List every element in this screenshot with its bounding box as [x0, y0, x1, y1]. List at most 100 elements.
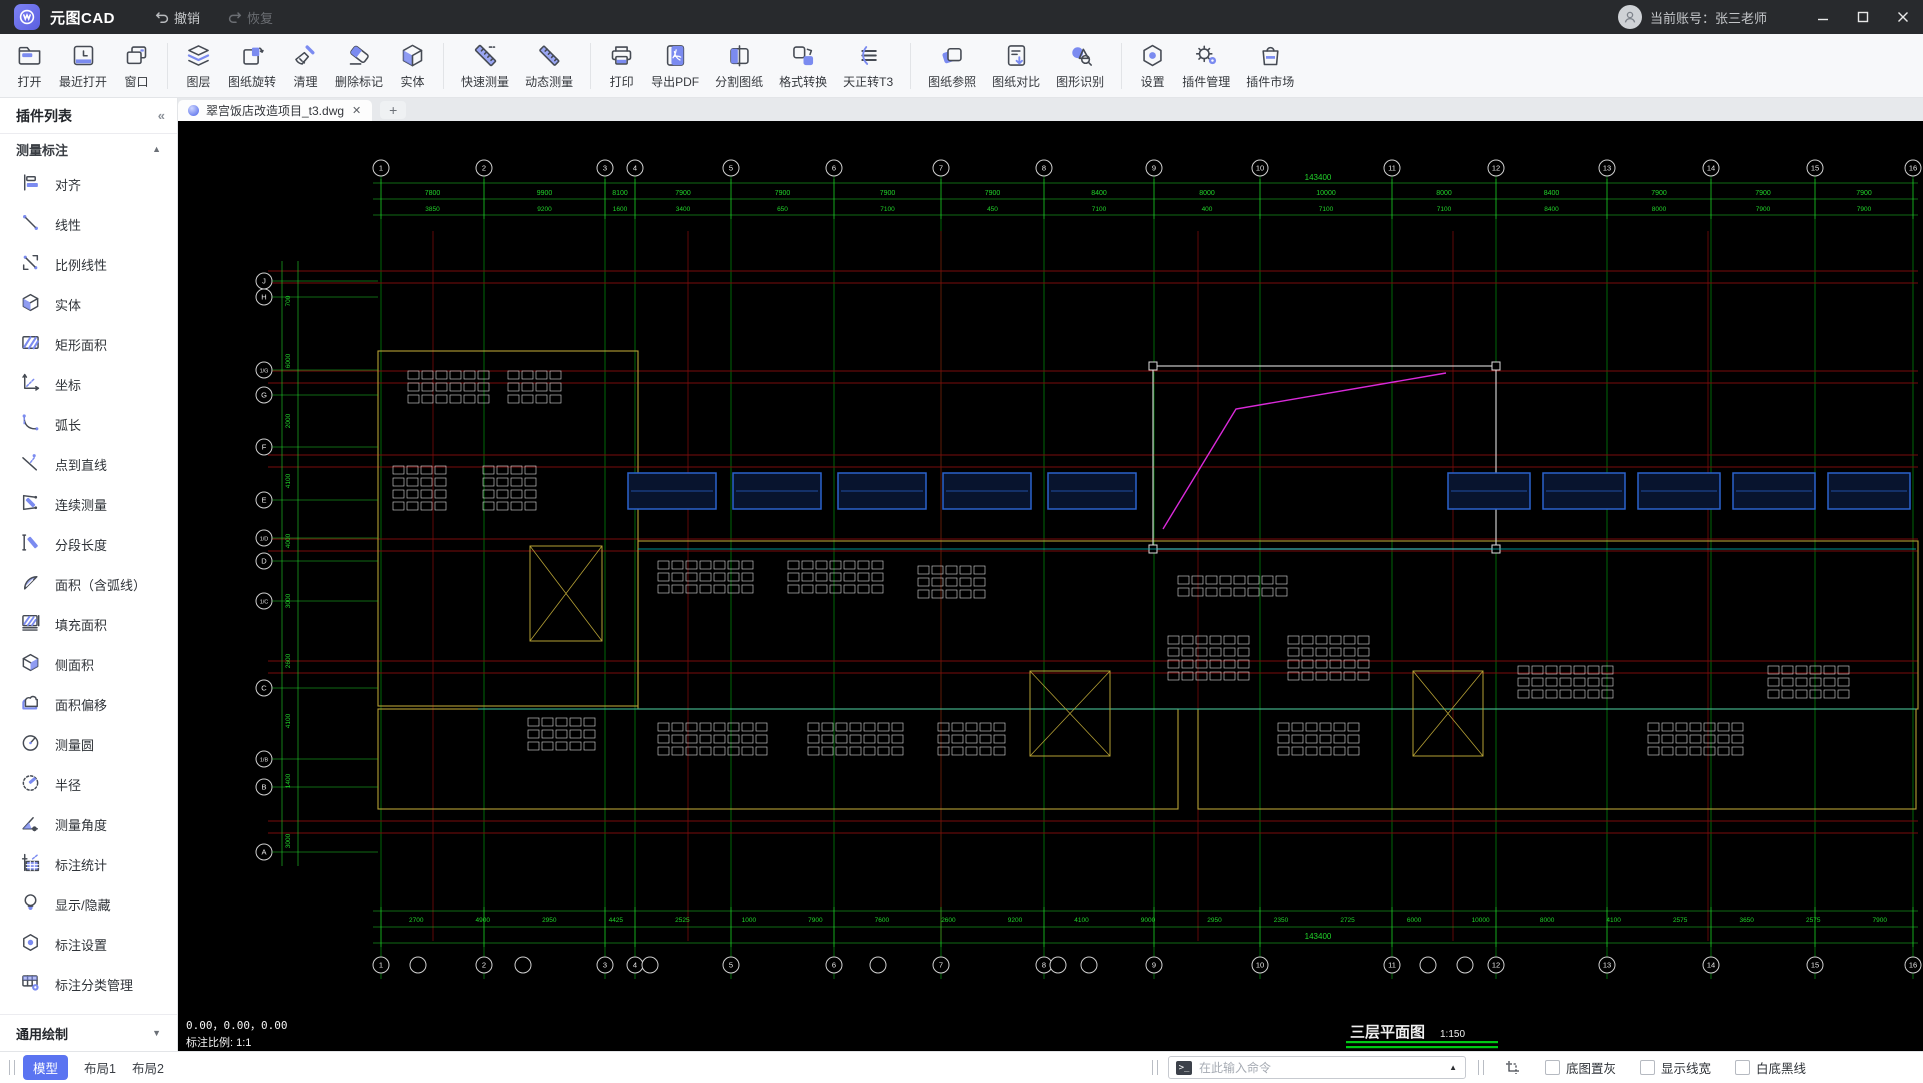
sidebar-item-measure-circle[interactable]: 测量圆 [0, 724, 177, 764]
layers-icon [185, 42, 212, 70]
chevron-up-icon[interactable]: ▲ [152, 144, 161, 154]
radius-label: 半径 [55, 777, 82, 793]
white-bg-checkbox[interactable]: 白底黑线 [1735, 1058, 1806, 1077]
base-gray-checkbox-box[interactable] [1545, 1060, 1560, 1075]
sidebar-item-side-area[interactable]: 侧面积 [0, 644, 177, 684]
sidebar-item-measure-angle[interactable]: 测量角度 [0, 804, 177, 844]
shape-recognize-button[interactable]: 图形识别 [1048, 37, 1112, 95]
sidebar-item-align[interactable]: 对齐 [0, 164, 177, 204]
print-button[interactable]: 打印 [600, 37, 643, 95]
user-avatar[interactable] [1617, 5, 1642, 29]
account-label: 当前账号：张三老师 [1649, 10, 1767, 26]
floor-plan-drawing[interactable]: 7800 9900 8100 7900 7900 7900 7900 8400 8000 1000… [178, 121, 1923, 1051]
command-input[interactable]: >_ 在此输入命令 ▲ [1168, 1056, 1466, 1079]
toolbar-group: 图层 图纸旋转 清理 删除标记 实体 [177, 37, 434, 95]
redo-button[interactable]: 恢复 [228, 8, 273, 27]
section-general-draw[interactable]: 通用绘制 [16, 1024, 68, 1043]
purge-button[interactable]: 清理 [284, 37, 327, 95]
layers-button[interactable]: 图层 [177, 37, 220, 95]
split-sheet-button[interactable]: 分割图纸 [707, 37, 771, 95]
sidebar-item-annotation-settings[interactable]: 标注设置 [0, 924, 177, 964]
sidebar-item-area-offset[interactable]: 面积偏移 [0, 684, 177, 724]
sidebar-item-continuous-measure[interactable]: 连续测量 [0, 484, 177, 524]
svg-text:H: H [261, 293, 266, 302]
svg-text:2575: 2575 [1673, 917, 1688, 924]
sidebar-item-solid[interactable]: 实体 [0, 284, 177, 324]
tab-layout1[interactable]: 布局1 [84, 1058, 116, 1077]
sidebar-item-segment-length[interactable]: 分段长度 [0, 524, 177, 564]
command-expand-icon[interactable]: ▲ [1449, 1063, 1457, 1072]
dynamic-measure-button[interactable]: 动态测量 [517, 37, 581, 95]
sidebar-item-scale-linear[interactable]: 比例线性 [0, 244, 177, 284]
show-lineweight-checkbox-box[interactable] [1640, 1060, 1656, 1075]
close-button[interactable] [1883, 0, 1923, 34]
svg-text:10000: 10000 [1316, 190, 1336, 197]
document-tab[interactable]: 翠宫饭店改造项目_t3.dwg ✕ [178, 100, 373, 121]
selection-capture-icon[interactable] [1504, 1059, 1521, 1076]
sidebar-item-coordinate[interactable]: 坐标 [0, 364, 177, 404]
svg-text:10: 10 [1256, 164, 1264, 173]
window-button[interactable]: 窗口 [115, 37, 158, 95]
sidebar-item-linear[interactable]: 线性 [0, 204, 177, 244]
sidebar-item-fill-area[interactable]: 填充面积 [0, 604, 177, 644]
svg-text:4000: 4000 [285, 533, 292, 548]
sidebar-item-area-with-arc[interactable]: 面积（含弧线） [0, 564, 177, 604]
statusbar-drag-handle[interactable] [9, 1060, 15, 1075]
white-bg-checkbox-box[interactable] [1735, 1060, 1751, 1075]
export-pdf-button[interactable]: 导出PDF [643, 37, 707, 95]
options-zone-handle [1478, 1060, 1484, 1075]
tzh-to-t3-button[interactable]: 天正转T3 [835, 37, 901, 95]
svg-text:7900: 7900 [880, 190, 896, 197]
svg-text:3400: 3400 [676, 206, 691, 213]
sheet-rotate-button[interactable]: 图纸旋转 [220, 37, 284, 95]
sidebar-item-annotation-category-manage[interactable]: 标注分类管理 [0, 964, 177, 1004]
settings-button[interactable]: 设置 [1131, 37, 1174, 95]
format-convert-button[interactable]: 格式转换 [771, 37, 835, 95]
sidebar-item-show-hide[interactable]: 显示/隐藏 [0, 884, 177, 924]
tab-layout2[interactable]: 布局2 [132, 1058, 164, 1077]
solid-icon [20, 292, 41, 316]
maximize-button[interactable] [1843, 0, 1883, 34]
sheet-compare-button[interactable]: 图纸对比 [984, 37, 1048, 95]
sidebar-item-radius[interactable]: 半径 [0, 764, 177, 804]
solid-button[interactable]: 实体 [391, 37, 434, 95]
section-measure-annotate[interactable]: 测量标注 [16, 140, 68, 159]
align-label: 对齐 [55, 177, 82, 193]
dynamic-measure-label: 动态测量 [525, 74, 574, 89]
svg-text:8000: 8000 [1436, 190, 1452, 197]
document-tab-title: 翠宫饭店改造项目_t3.dwg [206, 104, 345, 118]
cad-canvas[interactable]: 7800 9900 8100 7900 7900 7900 7900 8400 8000 1000… [178, 121, 1923, 1051]
tab-model[interactable]: 模型 [23, 1055, 69, 1080]
quick-measure-button[interactable]: 快速测量 [453, 37, 517, 95]
tab-close-icon[interactable]: ✕ [351, 104, 362, 117]
format-convert-icon [790, 42, 817, 70]
svg-text:8: 8 [1042, 164, 1046, 173]
svg-text:143400: 143400 [1305, 932, 1332, 941]
show-lineweight-checkbox[interactable]: 显示线宽 [1640, 1058, 1711, 1077]
new-tab-button[interactable]: + [380, 101, 407, 119]
rect-area-icon [20, 332, 41, 356]
sidebar-item-rect-area[interactable]: 矩形面积 [0, 324, 177, 364]
arc-length-label: 弧长 [55, 417, 82, 433]
svg-text:7: 7 [939, 164, 943, 173]
delete-marks-button[interactable]: 删除标记 [327, 37, 391, 95]
recent-open-button[interactable]: 最近打开 [51, 37, 115, 95]
base-gray-checkbox[interactable]: 底图置灰 [1545, 1058, 1616, 1077]
toolbar-divider [443, 42, 445, 89]
undo-button[interactable]: 撤销 [155, 8, 200, 27]
sidebar-item-arc-length[interactable]: 弧长 [0, 404, 177, 444]
delete-marks-label: 删除标记 [335, 74, 384, 89]
chevron-down-icon[interactable]: ▼ [152, 1028, 161, 1038]
sidebar-collapse-icon[interactable]: « [158, 108, 165, 123]
svg-text:450: 450 [987, 206, 998, 213]
plugin-market-button[interactable]: 插件市场 [1238, 37, 1302, 95]
sidebar-item-annotation-stats[interactable]: 标注统计 [0, 844, 177, 884]
minimize-button[interactable] [1803, 0, 1843, 34]
purge-icon [292, 42, 319, 70]
sidebar-item-point-to-line[interactable]: 点到直线 [0, 444, 177, 484]
sheet-reference-button[interactable]: 图纸参照 [920, 37, 984, 95]
plugin-manage-button[interactable]: 插件管理 [1174, 37, 1238, 95]
avatar-icon [1624, 11, 1636, 23]
svg-text:9900: 9900 [537, 190, 553, 197]
open-button[interactable]: 打开 [8, 37, 51, 95]
